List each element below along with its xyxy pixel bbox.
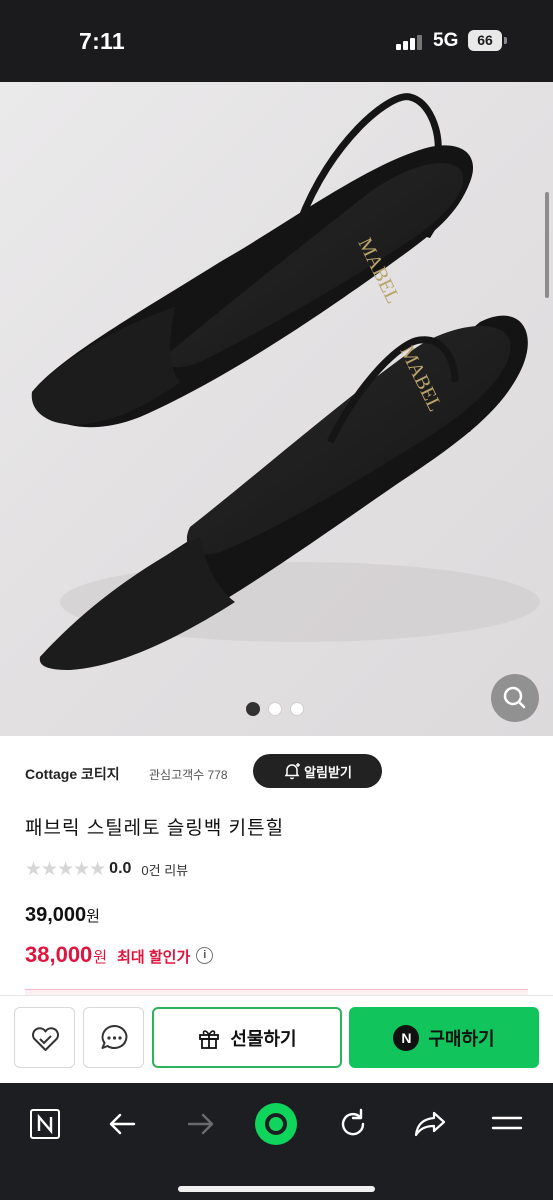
menu-icon bbox=[491, 1116, 523, 1130]
network-type: 5G bbox=[433, 30, 459, 51]
wishlist-button[interactable] bbox=[14, 1007, 75, 1068]
info-icon[interactable]: i bbox=[196, 946, 214, 964]
naver-home-icon bbox=[30, 1109, 60, 1139]
rating-score: 0.0 bbox=[109, 860, 132, 877]
bell-plus-icon bbox=[284, 763, 301, 780]
back-arrow-icon bbox=[109, 1113, 136, 1135]
refresh-button[interactable] bbox=[330, 1101, 376, 1147]
seller-row: Cottage 코티지 관심고객수 778 알림받기 bbox=[25, 754, 535, 788]
browser-nav-bar bbox=[0, 1083, 553, 1200]
carousel-dot[interactable] bbox=[246, 702, 260, 716]
review-count: 0건 리뷰 bbox=[141, 862, 189, 878]
zoom-button[interactable] bbox=[491, 674, 539, 722]
gift-button-label: 선물하기 bbox=[230, 1028, 297, 1049]
back-button[interactable] bbox=[100, 1101, 146, 1147]
original-price-unit: 원 bbox=[86, 908, 100, 925]
share-icon bbox=[414, 1111, 446, 1137]
home-indicator[interactable] bbox=[178, 1186, 375, 1192]
seller-favorites-count: 관심고객수 778 bbox=[149, 768, 228, 782]
sale-price: 38,000 원 최대 할인가 i bbox=[25, 942, 214, 968]
seller-name[interactable]: Cottage 코티지 bbox=[25, 764, 120, 784]
purchase-bar: 선물하기 N 구매하기 bbox=[0, 995, 553, 1083]
product-title: 패브릭 스틸레토 슬링백 키튼힐 bbox=[25, 818, 285, 839]
status-bar: 7:11 5G 66 bbox=[0, 0, 553, 82]
refresh-icon bbox=[341, 1108, 365, 1136]
buy-button[interactable]: N 구매하기 bbox=[349, 1007, 539, 1068]
buy-button-label: 구매하기 bbox=[428, 1028, 495, 1049]
alarm-subscribe-button[interactable]: 알림받기 bbox=[253, 754, 382, 788]
green-dot-icon bbox=[255, 1103, 297, 1145]
signal-icon bbox=[396, 34, 424, 50]
chat-icon bbox=[101, 1025, 128, 1049]
carousel-dots bbox=[246, 702, 304, 716]
carousel-dot[interactable] bbox=[290, 702, 304, 716]
menu-button[interactable] bbox=[484, 1101, 530, 1147]
product-image[interactable]: MABEL MABEL bbox=[0, 82, 553, 736]
page-scroll-indicator bbox=[545, 192, 549, 298]
forward-button[interactable] bbox=[177, 1101, 223, 1147]
alarm-button-label: 알림받기 bbox=[304, 764, 352, 780]
original-price-value: 39,000 bbox=[25, 904, 87, 926]
share-button[interactable] bbox=[407, 1101, 453, 1147]
sale-price-value: 38,000 bbox=[25, 942, 93, 967]
forward-arrow-icon bbox=[187, 1113, 214, 1135]
carousel-dot[interactable] bbox=[268, 702, 282, 716]
battery-icon: 66 bbox=[468, 30, 502, 51]
gift-icon bbox=[199, 1029, 220, 1049]
battery-tip bbox=[504, 37, 507, 44]
original-price: 39,000원 bbox=[25, 904, 100, 927]
search-icon bbox=[503, 686, 526, 709]
naver-pay-icon: N bbox=[393, 1024, 420, 1051]
chat-button[interactable] bbox=[83, 1007, 144, 1068]
green-dot-button[interactable] bbox=[253, 1101, 299, 1147]
rating-stars-icon: ★★★★★ bbox=[25, 858, 106, 880]
heart-check-icon bbox=[32, 1027, 59, 1051]
naver-home-button[interactable] bbox=[22, 1101, 68, 1147]
status-time: 7:11 bbox=[79, 28, 125, 54]
product-shoes-illustration: MABEL MABEL bbox=[31, 93, 540, 670]
sale-price-unit: 원 bbox=[93, 949, 108, 966]
gift-button[interactable]: 선물하기 bbox=[152, 1007, 342, 1068]
product-rating[interactable]: ★★★★★ 0.0 0건 리뷰 bbox=[25, 858, 188, 880]
sale-label: 최대 할인가 bbox=[117, 949, 191, 966]
